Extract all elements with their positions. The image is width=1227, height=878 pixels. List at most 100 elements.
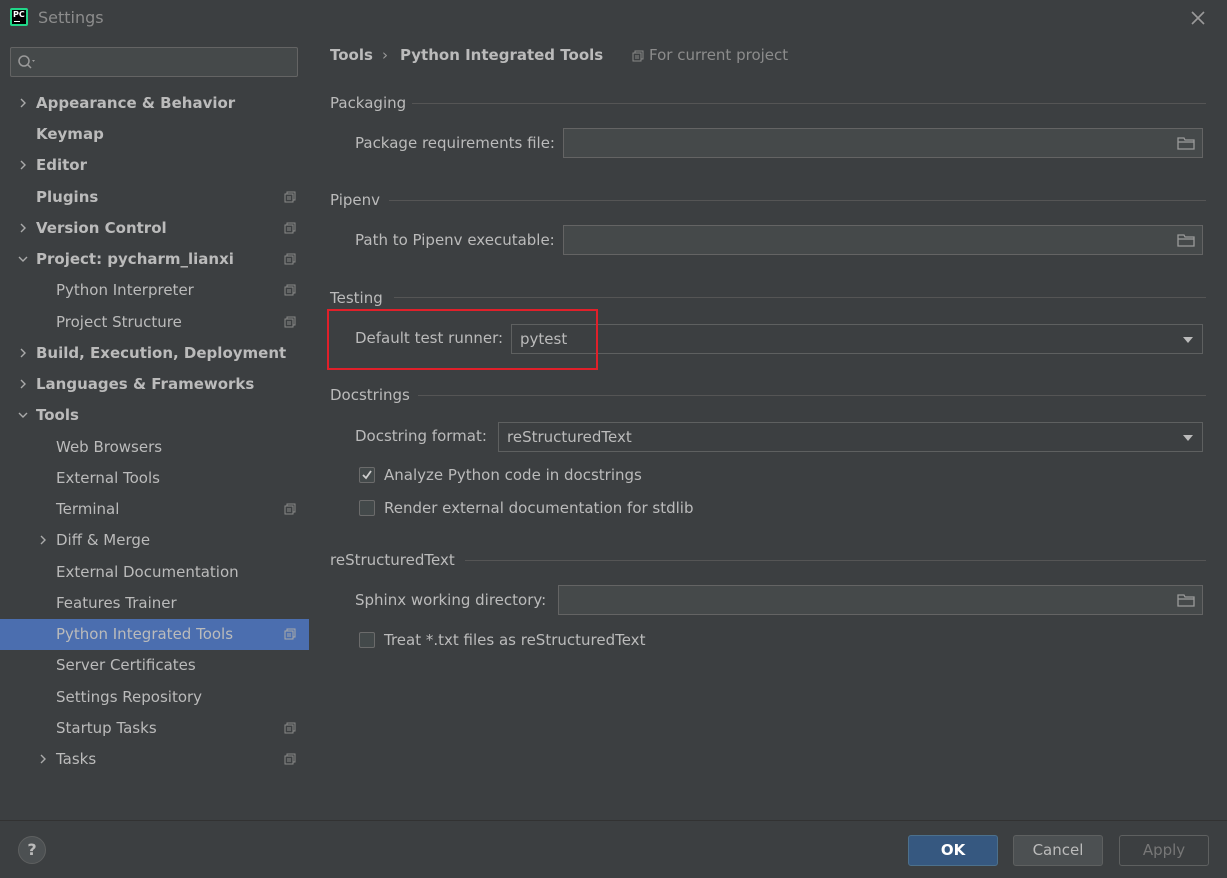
section-divider [418,395,1206,396]
sidebar-item-diff-merge[interactable]: Diff & Merge [0,525,309,556]
sidebar-item-terminal[interactable]: Terminal [0,494,309,525]
project-scope-icon [284,316,296,328]
section-title-packaging: Packaging [330,94,407,112]
sidebar-item-server-certificates[interactable]: Server Certificates [0,650,309,681]
checkmark-icon [362,470,372,480]
dropdown-arrow-icon [1183,337,1193,343]
sidebar-item-appearance-behavior[interactable]: Appearance & Behavior [0,88,309,119]
section-divider [412,103,1206,104]
help-button[interactable]: ? [18,836,46,864]
render-stdlib-docs-label[interactable]: Render external documentation for stdlib [384,499,694,517]
project-scope-icon [284,503,296,515]
sidebar-item-settings-repository[interactable]: Settings Repository [0,682,309,713]
project-scope-icon [284,191,296,203]
sidebar-item-label: Python Integrated Tools [56,625,234,643]
analyze-docstrings-label[interactable]: Analyze Python code in docstrings [384,466,642,484]
project-scope-icon [284,628,296,640]
chevron-right-icon [20,379,26,389]
sidebar-item-label: Build, Execution, Deployment [36,344,287,362]
treat-txt-as-rest-checkbox[interactable] [359,632,375,648]
sidebar-item-label: Project: pycharm_lianxi [36,250,234,268]
sidebar-item-label: External Documentation [56,563,239,581]
breadcrumb-parent[interactable]: Tools [330,46,373,64]
chevron-right-icon [20,98,26,108]
sidebar-item-label: Appearance & Behavior [36,94,236,112]
section-title-docstrings: Docstrings [330,386,410,404]
sidebar-item-features-trainer[interactable]: Features Trainer [0,588,309,619]
section-title-testing: Testing [330,289,383,307]
sidebar-item-python-interpreter[interactable]: Python Interpreter [0,275,309,306]
sidebar-item-label: Version Control [36,219,167,237]
chevron-down-icon [18,256,28,262]
sidebar-item-label: Python Interpreter [56,281,194,299]
sidebar-item-plugins[interactable]: Plugins [0,182,309,213]
treat-txt-as-rest-label[interactable]: Treat *.txt files as reStructuredText [384,631,645,649]
sidebar-item-label: Features Trainer [56,594,177,612]
sidebar-item-editor[interactable]: Editor [0,150,309,181]
project-scope-icon [284,253,296,265]
ok-button[interactable]: OK [908,835,998,866]
scope-label: For current project [649,46,789,64]
chevron-right-icon [20,160,26,170]
folder-icon[interactable] [1177,233,1195,247]
logo-text: PC [13,10,25,19]
apply-button[interactable]: Apply [1119,835,1209,866]
sidebar-item-external-documentation[interactable]: External Documentation [0,557,309,588]
sidebar-item-label: Plugins [36,188,99,206]
pycharm-logo-icon: PC [10,8,28,26]
sphinx-dir-field[interactable] [558,585,1203,615]
sidebar-item-build-execution-deployment[interactable]: Build, Execution, Deployment [0,338,309,369]
docstring-format-value: reStructuredText [507,428,632,446]
chevron-right-icon [40,535,46,545]
section-divider [389,200,1206,201]
sidebar-item-label: Startup Tasks [56,719,157,737]
sidebar-item-web-browsers[interactable]: Web Browsers [0,432,309,463]
docstring-format-select[interactable]: reStructuredText [498,422,1203,452]
pipenv-path-label: Path to Pipenv executable: [355,231,555,249]
sphinx-dir-label: Sphinx working directory: [355,591,547,609]
project-scope-icon [284,753,296,765]
sidebar-item-python-integrated-tools[interactable]: Python Integrated Tools [0,619,309,650]
window-title: Settings [38,8,104,27]
chevron-down-icon [18,412,28,418]
sidebar-item-startup-tasks[interactable]: Startup Tasks [0,713,309,744]
sidebar-item-label: External Tools [56,469,160,487]
breadcrumb-separator: › [382,46,388,64]
section-divider [394,297,1206,298]
sidebar-item-label: Settings Repository [56,688,203,706]
sidebar-item-version-control[interactable]: Version Control [0,213,309,244]
folder-icon[interactable] [1177,593,1195,607]
project-scope-icon [284,222,296,234]
section-title-pipenv: Pipenv [330,191,381,209]
test-runner-select[interactable]: pytest [511,324,1203,354]
search-icon [18,55,35,69]
section-divider [465,560,1206,561]
sidebar-item-project[interactable]: Project: pycharm_lianxi [0,244,309,275]
settings-sidebar: Appearance & Behavior Keymap Editor Plug… [0,36,309,820]
sidebar-item-languages-frameworks[interactable]: Languages & Frameworks [0,369,309,400]
sidebar-item-tasks[interactable]: Tasks [0,744,309,775]
sidebar-item-label: Languages & Frameworks [36,375,255,393]
render-stdlib-docs-checkbox[interactable] [359,500,375,516]
search-input[interactable] [10,47,298,77]
analyze-docstrings-checkbox[interactable] [359,467,375,483]
chevron-right-icon [40,754,46,764]
requirements-field[interactable] [563,128,1203,158]
pipenv-path-field[interactable] [563,225,1203,255]
sidebar-item-label: Diff & Merge [56,531,151,549]
chevron-right-icon [20,348,26,358]
sidebar-item-label: Web Browsers [56,438,163,456]
dialog-footer: ? OK Cancel Apply [0,820,1227,878]
sidebar-item-label: Tools [36,406,79,424]
cancel-button[interactable]: Cancel [1013,835,1103,866]
sidebar-item-external-tools[interactable]: External Tools [0,463,309,494]
folder-icon[interactable] [1177,136,1195,150]
sidebar-item-project-structure[interactable]: Project Structure [0,307,309,338]
close-icon[interactable] [1187,7,1209,29]
project-scope-icon [632,50,644,62]
sidebar-item-keymap[interactable]: Keymap [0,119,309,150]
annotation-highlight-box [327,309,598,370]
breadcrumb-current: Python Integrated Tools [400,46,604,64]
sidebar-item-label: Keymap [36,125,104,143]
sidebar-item-tools[interactable]: Tools [0,400,309,431]
